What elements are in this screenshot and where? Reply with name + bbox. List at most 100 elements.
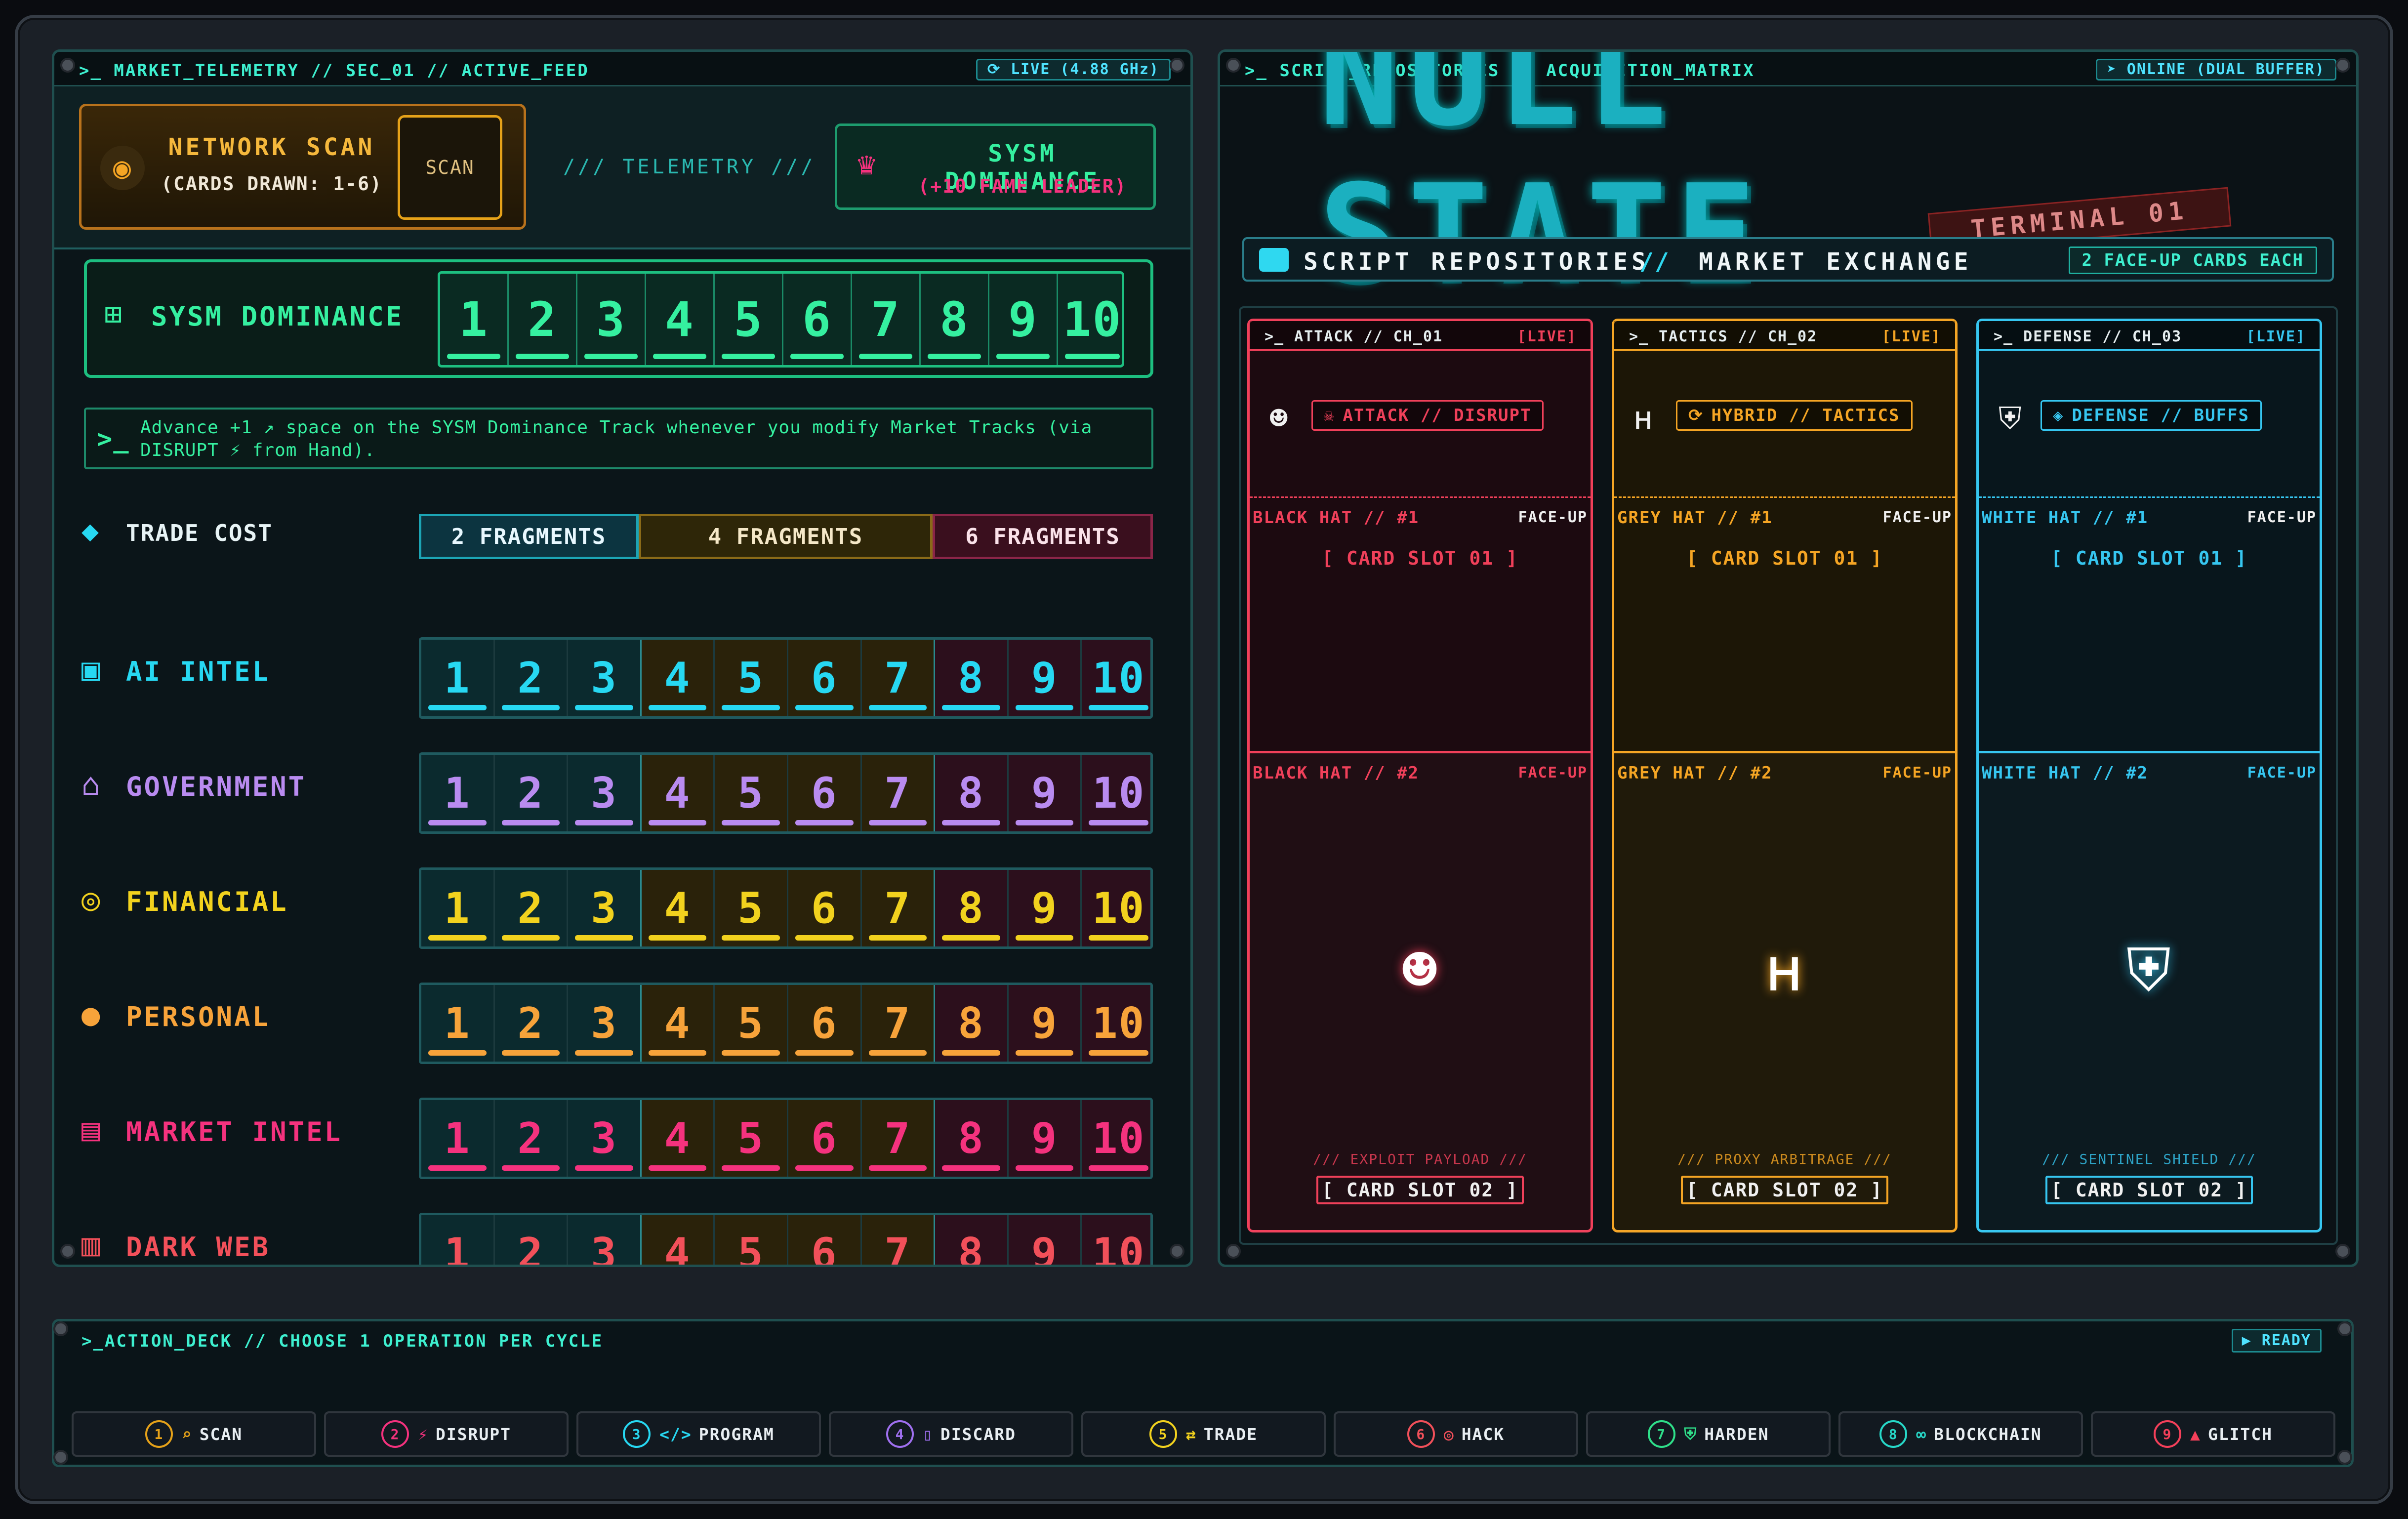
track-space-number: 4 (664, 768, 691, 818)
track-space-number: 9 (1031, 1113, 1058, 1163)
track-space-underline (648, 1050, 707, 1056)
track-space: 4 (641, 640, 715, 716)
track-space: 9 (1008, 640, 1082, 716)
dominance-space-underline (516, 354, 569, 359)
track-space-number: 8 (958, 998, 984, 1048)
column-tag: ◈ DEFENSE // BUFFS (2041, 400, 2262, 431)
track-space: 1 (421, 985, 495, 1062)
market-track: 1 2 3 4 5 6 7 8 9 10 (419, 1213, 1153, 1267)
track-space-underline (795, 820, 854, 825)
trade-tier-6: 6 FRAGMENTS (933, 514, 1153, 559)
live-badge-label: LIVE (4.88 GHz) (1011, 61, 1159, 78)
track-space: 3 (568, 755, 642, 831)
card-slot-1[interactable]: GREY HAT // #1 FACE-UP [ CARD SLOT 01 ] (1614, 496, 1955, 743)
track-space-underline (1015, 705, 1074, 710)
trade-tier-4-label: 4 FRAGMENTS (708, 524, 863, 549)
slot2-text: [ CARD SLOT 02 ] (2050, 1179, 2248, 1201)
action-harden-button[interactable]: 7 ⛨ HARDEN (1586, 1411, 1831, 1457)
card-slot-2[interactable]: GREY HAT // #2 FACE-UP ʜ /// PROXY ARBITRAG… (1614, 751, 1955, 1232)
track-space: 8 (935, 870, 1009, 946)
track-space-underline (795, 1165, 854, 1171)
refresh-icon: ⟳ (987, 61, 1011, 78)
slot2-label: GREY HAT // #2 (1617, 763, 1773, 783)
track-space: 4 (641, 985, 715, 1062)
action-label: HARDEN (1704, 1424, 1769, 1444)
slot1-state: FACE-UP (1518, 509, 1588, 526)
slot2-text-box: [ CARD SLOT 02 ] (1681, 1176, 1888, 1204)
track-space-underline (942, 705, 1000, 710)
repo-bar-sep: // (1639, 248, 1670, 276)
track-space: 4 (641, 1215, 715, 1265)
action-number-label: 5 (1158, 1426, 1168, 1442)
track-space-underline (1015, 1165, 1074, 1171)
track-space: 2 (494, 1215, 569, 1265)
action-discard-button[interactable]: 4 ▯ DISCARD (829, 1411, 1073, 1457)
card-slot-2[interactable]: BLACK HAT // #2 FACE-UP ☻ /// EXPLOIT PAYLO… (1250, 751, 1591, 1232)
terminal-icon: >_ (97, 424, 130, 454)
card-slot-1[interactable]: WHITE HAT // #1 FACE-UP [ CARD SLOT 01 ] (1979, 496, 2320, 743)
swap-icon: ⇄ (1185, 1424, 1197, 1444)
action-number-label: 8 (1888, 1426, 1898, 1442)
track-space: 7 (861, 1100, 936, 1177)
track-space-underline (1015, 1050, 1074, 1056)
slot2-state: FACE-UP (2247, 764, 2317, 781)
track-space: 10 (1082, 985, 1150, 1062)
track-space: 9 (1008, 870, 1082, 946)
track-space: 2 (494, 755, 569, 831)
column-header: >_ DEFENSE // CH_03 [LIVE] (1979, 321, 2320, 351)
lightning-icon: ⚡ (418, 1424, 429, 1444)
market-track: 1 2 3 4 5 6 7 8 9 10 (419, 637, 1153, 719)
action-trade-button[interactable]: 5 ⇄ TRADE (1081, 1411, 1326, 1457)
track-space-underline (575, 1050, 633, 1056)
action-blockchain-button[interactable]: 8 ∞ BLOCKCHAIN (1838, 1411, 2083, 1457)
action-scan-button[interactable]: 1 ⌕ SCAN (72, 1411, 316, 1457)
column-live-label: [LIVE] (1881, 328, 1941, 345)
card-slot-2[interactable]: WHITE HAT // #2 FACE-UP ⛨ /// SENTINEL SHIE… (1979, 751, 2320, 1232)
action-number-label: 4 (895, 1426, 905, 1442)
dominance-space-underline (653, 354, 706, 359)
track-space-number: 4 (664, 1113, 691, 1163)
track-space: 1 (421, 870, 495, 946)
track-space-underline (648, 935, 707, 941)
track-space-number: 7 (884, 1229, 911, 1267)
dominance-space: 5 (715, 274, 783, 365)
ready-badge: ▶ READY (2231, 1329, 2322, 1353)
slot2-state: FACE-UP (1882, 764, 1952, 781)
action-number: 1 (145, 1420, 173, 1448)
track-space: 3 (568, 870, 642, 946)
action-label: GLITCH (2207, 1424, 2273, 1444)
card-slot-1[interactable]: BLACK HAT // #1 FACE-UP [ CARD SLOT 01 ] (1250, 496, 1591, 743)
track-space-underline (575, 935, 633, 941)
building-icon: ▥ (82, 1227, 101, 1263)
trophy-icon: ♛ (857, 146, 877, 182)
repository-column: >_ ATTACK // CH_01 [LIVE] ☻ ☠ ATTACK // DISR… (1247, 319, 1593, 1232)
chart-icon: ▤ (82, 1111, 101, 1148)
track-space-number: 8 (958, 1229, 984, 1267)
track-space-number: 6 (811, 1113, 838, 1163)
bolt (2335, 58, 2350, 73)
bolt (2337, 1321, 2352, 1336)
track-space: 10 (1082, 1215, 1150, 1265)
track-space: 3 (568, 1215, 642, 1265)
action-number-label: 9 (2163, 1426, 2172, 1442)
track-space-number: 8 (958, 653, 984, 703)
trade-tier-2: 2 FRAGMENTS (419, 514, 639, 559)
track-space-number: 8 (958, 883, 984, 933)
track-space-underline (428, 1050, 487, 1056)
action-disrupt-button[interactable]: 2 ⚡ DISRUPT (324, 1411, 569, 1457)
market-track: 1 2 3 4 5 6 7 8 9 10 (419, 752, 1153, 834)
hybrid-icon: ʜ (1766, 936, 1803, 1005)
action-number-label: 6 (1416, 1426, 1426, 1442)
scan-button[interactable]: SCAN (398, 115, 502, 220)
track-space-number: 7 (884, 768, 911, 818)
action-program-button[interactable]: 3 </> PROGRAM (576, 1411, 821, 1457)
action-hack-button[interactable]: 6 ◎ HACK (1334, 1411, 1578, 1457)
market-track: 1 2 3 4 5 6 7 8 9 10 (419, 867, 1153, 949)
bank-icon: ⌂ (82, 766, 101, 802)
action-label: HACK (1461, 1424, 1505, 1444)
dominance-space-underline (1065, 354, 1120, 359)
face-up-badge: 2 FACE-UP CARDS EACH (2068, 246, 2317, 274)
shield-icon: ⛨ (1999, 400, 2023, 436)
action-glitch-button[interactable]: 9 ▲ GLITCH (2091, 1411, 2335, 1457)
track-label: GOVERNMENT (126, 771, 307, 802)
